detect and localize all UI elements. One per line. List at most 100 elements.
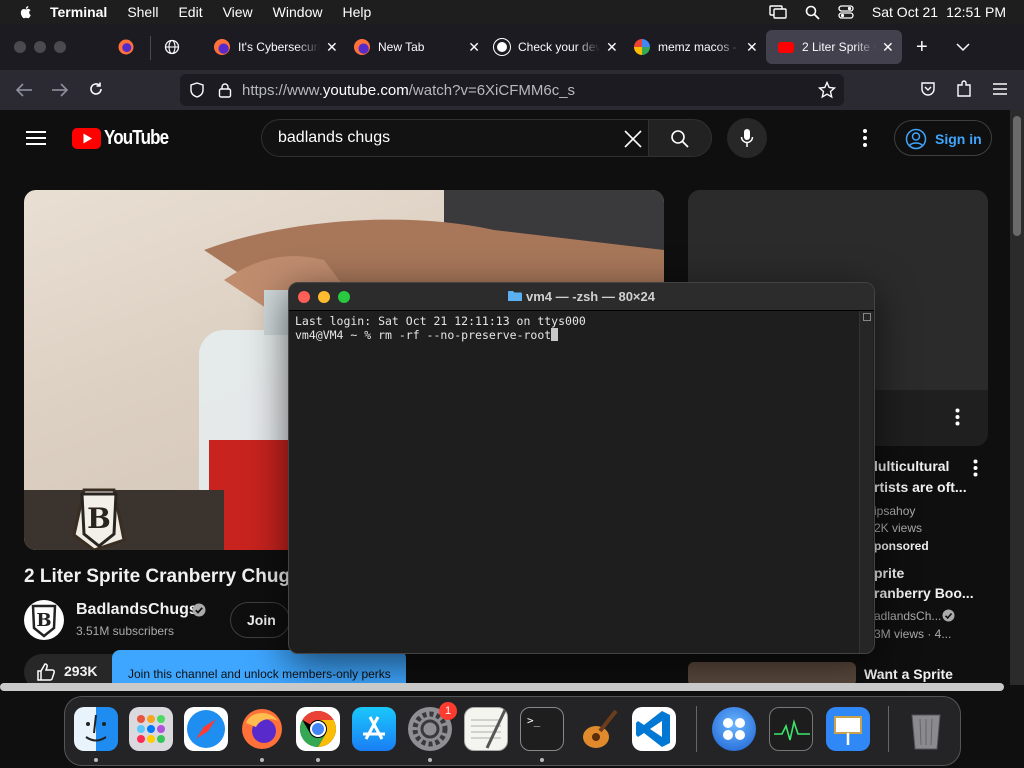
hamburger-menu-icon[interactable] — [992, 82, 1008, 96]
garageband-icon[interactable] — [576, 707, 620, 751]
verified-check-icon — [192, 603, 206, 617]
menu-help[interactable]: Help — [342, 4, 371, 20]
firefox-view-icon[interactable] — [118, 39, 134, 55]
window-close-button[interactable] — [14, 41, 26, 53]
youtube-wordmark: YouTube — [104, 127, 169, 149]
app-store-icon[interactable] — [352, 707, 396, 751]
control-center-icon[interactable] — [712, 707, 756, 751]
sign-in-button[interactable]: Sign in — [894, 120, 992, 156]
terminal-window[interactable]: vm4 — -zsh — 80×24 Last login: Sat Oct 2… — [288, 282, 875, 654]
menu-app-name[interactable]: Terminal — [50, 4, 107, 20]
close-tab-icon[interactable]: ✕ — [326, 39, 338, 56]
reload-icon[interactable] — [88, 81, 104, 97]
tab-youtube-active[interactable]: 2 Liter Sprite C ✕ — [766, 30, 902, 64]
terminal-output[interactable]: Last login: Sat Oct 21 12:11:13 on ttys0… — [295, 314, 586, 342]
tracking-shield-icon[interactable] — [190, 82, 204, 98]
join-button[interactable]: Join — [230, 602, 290, 638]
apple-icon[interactable] — [18, 4, 34, 20]
firefox-icon[interactable] — [240, 707, 284, 751]
channel-name[interactable]: BadlandsChugs — [76, 601, 198, 619]
youtube-search-button[interactable] — [648, 119, 712, 157]
close-tab-icon[interactable]: ✕ — [746, 39, 758, 56]
running-indicator — [260, 758, 264, 762]
menu-time[interactable]: 12:51 PM — [946, 4, 1006, 20]
vscode-icon[interactable] — [632, 707, 676, 751]
google-icon — [634, 39, 650, 55]
tab-new-tab[interactable]: New Tab ✕ — [342, 30, 480, 64]
suggestion-channel[interactable]: adlandsCh... — [874, 609, 941, 623]
menu-shell[interactable]: Shell — [127, 4, 158, 20]
sponsored-label: ponsored — [874, 539, 929, 553]
menu-view[interactable]: View — [223, 4, 253, 20]
screen-mirroring-icon[interactable] — [769, 5, 787, 19]
bookmark-star-icon[interactable] — [818, 81, 836, 99]
menu-date[interactable]: Sat Oct 21 — [872, 4, 938, 20]
close-tab-icon[interactable]: ✕ — [882, 39, 894, 56]
tab-label: 2 Liter Sprite C — [802, 40, 876, 54]
channel-avatar[interactable]: B — [24, 600, 64, 640]
chrome-icon[interactable] — [296, 707, 340, 751]
typed-command[interactable]: rm -rf --no-preserve-root — [378, 328, 551, 342]
list-all-tabs-chevron-icon[interactable] — [956, 42, 970, 52]
menu-window[interactable]: Window — [273, 4, 323, 20]
textedit-icon[interactable] — [464, 707, 508, 751]
spotlight-search-icon[interactable] — [805, 5, 820, 20]
pocket-icon[interactable] — [920, 81, 936, 97]
terminal-scrollbar[interactable] — [859, 311, 873, 653]
menu-edit[interactable]: Edit — [178, 4, 202, 20]
safari-icon[interactable] — [184, 707, 228, 751]
keynote-icon[interactable] — [826, 707, 870, 751]
new-tab-plus-icon[interactable]: + — [916, 36, 928, 59]
clear-search-x-icon[interactable] — [624, 130, 642, 148]
suggestion-title[interactable]: Want a Sprite — [864, 666, 953, 682]
running-indicator — [316, 758, 320, 762]
url-bar[interactable]: https://www.youtube.com/watch?v=6XiCFMM6… — [180, 74, 844, 106]
youtube-guide-menu-icon[interactable] — [26, 130, 46, 146]
notification-badge: 1 — [439, 702, 457, 720]
control-center-icon[interactable] — [838, 5, 854, 19]
back-arrow-icon[interactable] — [15, 82, 33, 98]
youtube-logo[interactable]: YouTube — [72, 127, 180, 150]
window-minimize-button[interactable] — [34, 41, 46, 53]
url-text[interactable]: https://www.youtube.com/watch?v=6XiCFMM6… — [242, 82, 575, 99]
dock-separator — [696, 706, 697, 752]
tab-divider — [150, 36, 151, 60]
voice-search-button[interactable] — [727, 118, 767, 158]
suggestion-kebab-icon[interactable] — [973, 459, 978, 477]
lock-icon[interactable] — [218, 82, 232, 98]
horizontal-scrollbar[interactable] — [0, 683, 1004, 691]
youtube-search-input[interactable] — [278, 129, 618, 147]
terminal-titlebar[interactable]: vm4 — -zsh — 80×24 — [289, 283, 874, 311]
tab-check-device[interactable]: Check your dev ✕ — [482, 30, 620, 64]
youtube-search-box[interactable] — [261, 119, 649, 157]
scrollbar-thumb[interactable] — [1013, 116, 1021, 236]
forward-arrow-icon[interactable] — [51, 82, 69, 98]
scroll-resize-icon[interactable] — [863, 313, 871, 321]
activity-monitor-icon[interactable] — [769, 707, 813, 751]
close-tab-icon[interactable]: ✕ — [468, 39, 480, 56]
svg-text:B: B — [87, 502, 111, 535]
terminal-icon[interactable]: >_ — [520, 707, 564, 751]
extensions-puzzle-icon[interactable] — [956, 80, 972, 98]
window-zoom-button[interactable] — [54, 41, 66, 53]
suggestion-title[interactable]: prite — [874, 565, 904, 581]
launchpad-icon[interactable] — [129, 707, 173, 751]
join-label: Join — [247, 612, 276, 628]
command-line[interactable]: vm4@VM4 ~ % rm -rf --no-preserve-root — [295, 328, 586, 342]
suggestion-views: 2K views — [874, 521, 923, 535]
suggestion-title-line2[interactable]: rtists are oft... — [874, 479, 967, 495]
finder-icon[interactable] — [74, 707, 118, 751]
ad-more-kebab-icon[interactable] — [955, 408, 960, 426]
close-tab-icon[interactable]: ✕ — [606, 39, 618, 56]
tab-memz-macos[interactable]: memz macos - ✕ — [622, 30, 760, 64]
page-vertical-scrollbar[interactable] — [1010, 110, 1024, 685]
suggestion-title-line2[interactable]: ranberry Boo... — [874, 585, 974, 601]
tab-cybersecurity[interactable]: It's Cybersecuri ✕ — [202, 30, 340, 64]
last-login-line: Last login: Sat Oct 21 12:11:13 on ttys0… — [295, 314, 586, 328]
suggestion-title[interactable]: lulticultural — [874, 458, 949, 474]
suggestion-channel[interactable]: ipsahoy — [874, 504, 915, 518]
globe-icon[interactable] — [164, 39, 180, 55]
trash-icon[interactable] — [904, 707, 948, 751]
terminal-prompt-glyph: >_ — [527, 714, 541, 727]
settings-kebab-icon[interactable] — [862, 128, 868, 148]
